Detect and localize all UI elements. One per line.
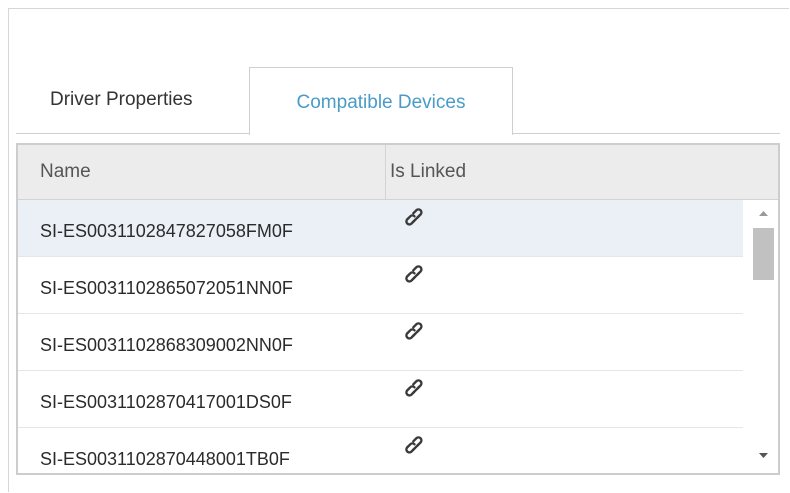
tab-compatible-devices[interactable]: Compatible Devices — [249, 67, 513, 135]
table-row[interactable]: SI-ES0031102870448001TB0F — [18, 428, 743, 473]
vertical-scrollbar[interactable] — [749, 200, 778, 473]
link-icon — [405, 322, 423, 340]
compatible-devices-grid: Name Is Linked SI-ES0031102847827058FM0F… — [16, 143, 780, 475]
table-row[interactable]: SI-ES0031102847827058FM0F — [18, 200, 743, 257]
grid-rows: SI-ES0031102847827058FM0F SI-ES003110286… — [18, 200, 743, 473]
link-icon — [405, 208, 423, 226]
grid-header: Name Is Linked — [18, 145, 778, 200]
table-row[interactable]: SI-ES0031102868309002NN0F — [18, 314, 743, 371]
link-icon — [405, 436, 423, 454]
device-name-cell: SI-ES0031102868309002NN0F — [40, 335, 293, 355]
device-name-cell: SI-ES0031102870417001DS0F — [40, 392, 292, 412]
device-name-cell: SI-ES0031102870448001TB0F — [40, 449, 290, 469]
table-row[interactable]: SI-ES0031102870417001DS0F — [18, 371, 743, 428]
table-row[interactable]: SI-ES0031102865072051NN0F — [18, 257, 743, 314]
column-header-is-linked[interactable]: Is Linked — [386, 145, 778, 199]
tab-driver-properties[interactable]: Driver Properties — [50, 90, 193, 109]
device-name-cell: SI-ES0031102847827058FM0F — [40, 221, 293, 241]
column-header-name[interactable]: Name — [18, 145, 386, 199]
device-name-cell: SI-ES0031102865072051NN0F — [40, 278, 293, 298]
scroll-down-arrow-icon[interactable] — [749, 445, 778, 465]
link-icon — [405, 379, 423, 397]
scroll-up-arrow-icon[interactable] — [749, 204, 778, 224]
link-icon — [405, 265, 423, 283]
scrollbar-thumb[interactable] — [753, 228, 774, 280]
